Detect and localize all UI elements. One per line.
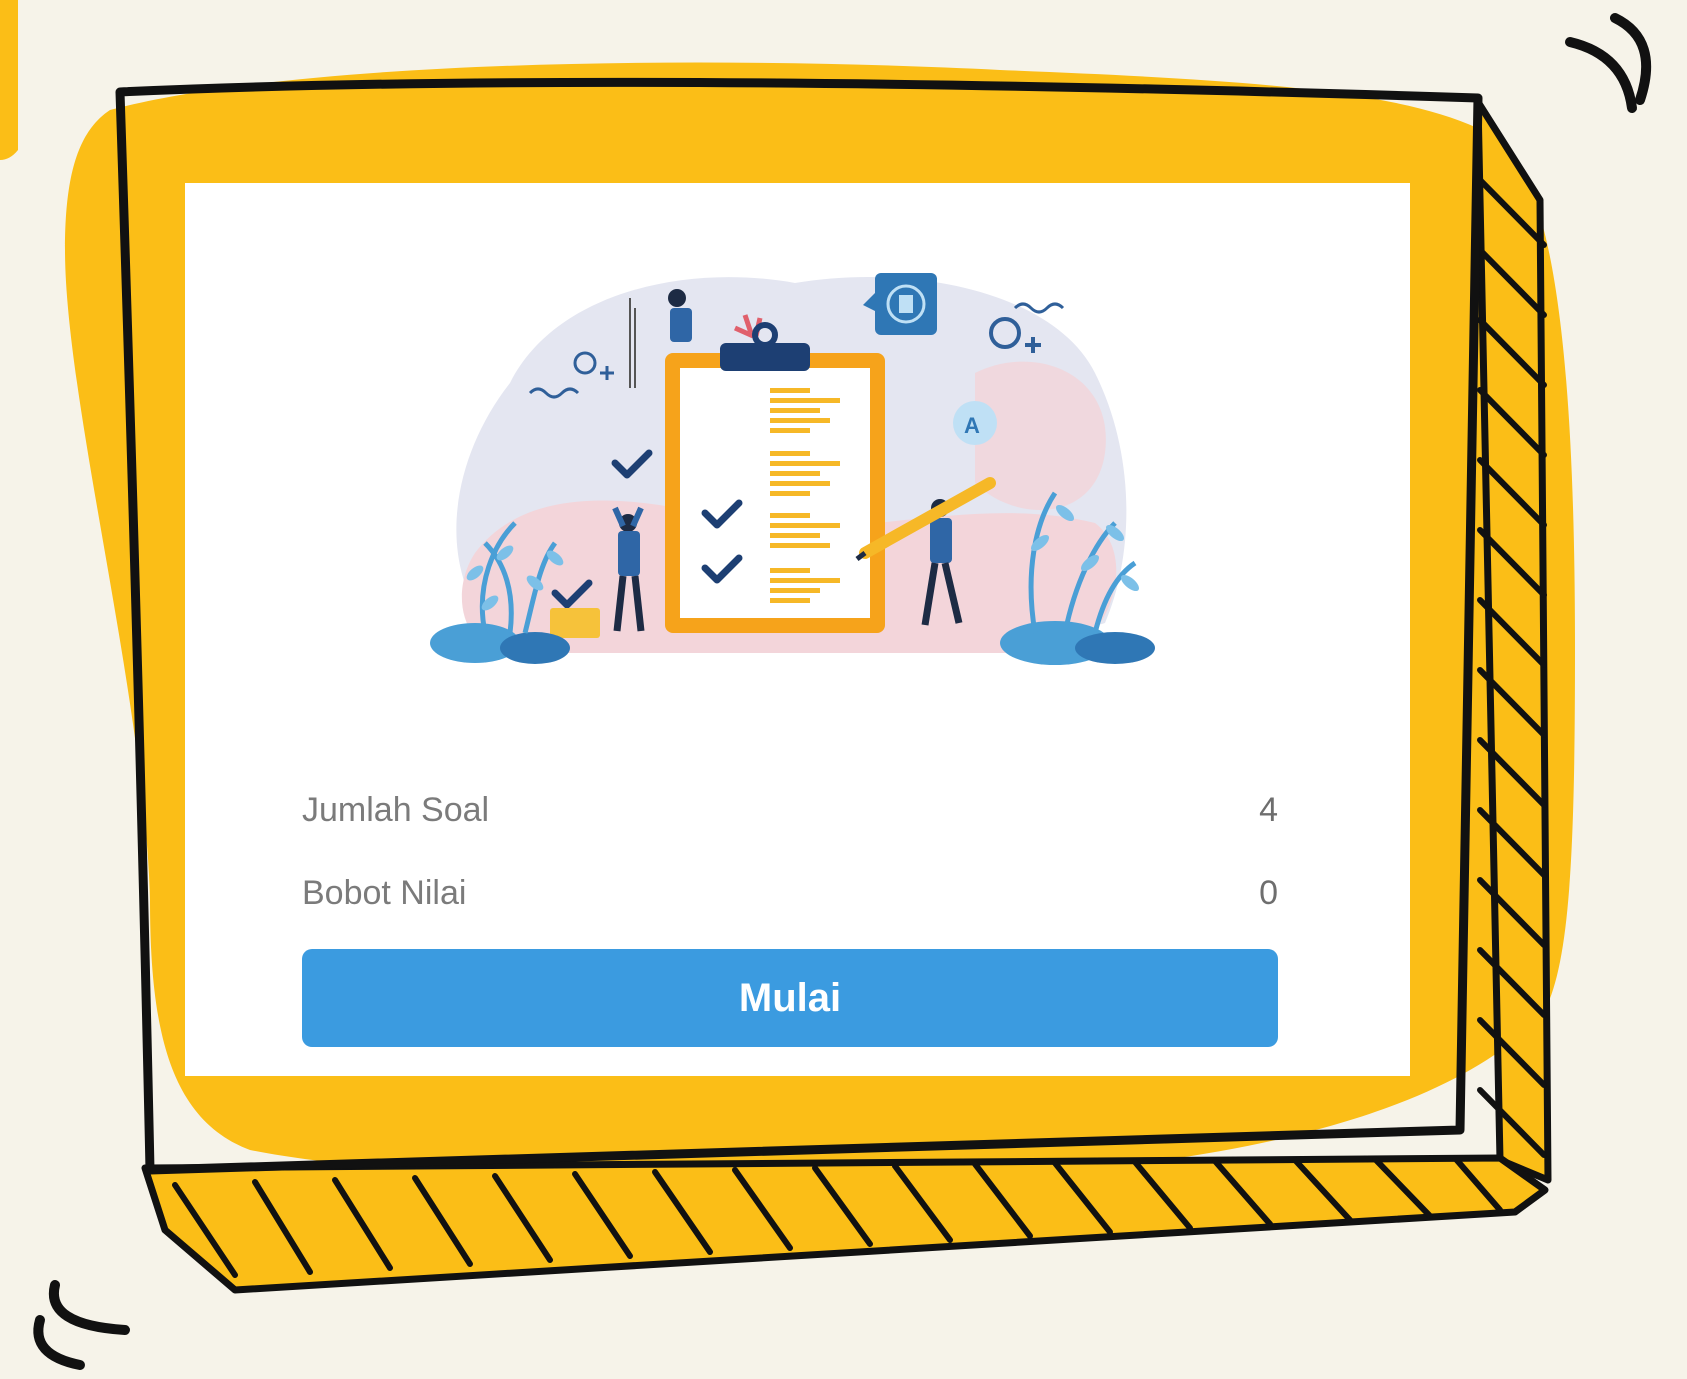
quiz-start-screen: A Jumlah Soal 4 Bobot Nilai 0 Mulai (0, 0, 1687, 1379)
start-button[interactable]: Mulai (302, 949, 1278, 1047)
quiz-card: A Jumlah Soal 4 Bobot Nilai 0 Mulai (185, 183, 1410, 1076)
quiz-checklist-illustration: A (430, 273, 1155, 665)
bottom-hatch-band (141, 1154, 1549, 1294)
question-count-label: Jumlah Soal (302, 790, 490, 829)
corner-doodle-top-right (1565, 13, 1652, 113)
svg-text:A: A (964, 413, 980, 438)
score-weight-label: Bobot Nilai (302, 873, 467, 912)
score-weight-value: 0 (1259, 873, 1278, 912)
corner-doodle-bottom-left (33, 1280, 130, 1370)
yellow-tab (0, 0, 18, 160)
question-count-value: 4 (1259, 790, 1278, 829)
question-count-row: Jumlah Soal 4 (302, 785, 1278, 835)
score-weight-row: Bobot Nilai 0 (302, 868, 1278, 918)
